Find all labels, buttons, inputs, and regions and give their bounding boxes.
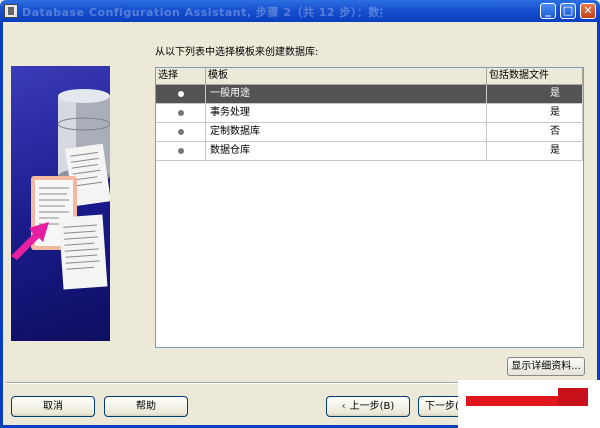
table-row[interactable]: 一般用途 是 xyxy=(156,85,583,104)
select-radio[interactable] xyxy=(156,85,206,103)
select-radio[interactable] xyxy=(156,142,206,160)
close-button[interactable]: ✕ xyxy=(580,3,596,19)
show-details-button[interactable]: 显示详细资料... xyxy=(507,357,585,376)
table-row[interactable]: 事务处理 是 xyxy=(156,104,583,123)
template-name: 定制数据库 xyxy=(206,123,487,141)
includes-datafiles: 是 xyxy=(487,85,583,103)
help-button[interactable]: 帮助 xyxy=(104,396,188,417)
includes-datafiles: 是 xyxy=(487,104,583,122)
back-button-label: 上一步(B) xyxy=(349,401,395,412)
back-button[interactable]: ‹ 上一步(B) xyxy=(326,396,410,417)
select-radio[interactable] xyxy=(156,123,206,141)
cancel-button[interactable]: 取消 xyxy=(11,396,95,417)
select-radio[interactable] xyxy=(156,104,206,122)
includes-datafiles: 是 xyxy=(487,142,583,160)
header-template[interactable]: 模板 xyxy=(206,68,487,84)
header-includes-datafiles[interactable]: 包括数据文件 xyxy=(487,68,583,84)
app-icon xyxy=(4,4,18,18)
header-select[interactable]: 选择 xyxy=(156,68,206,84)
table-header: 选择 模板 包括数据文件 xyxy=(156,68,583,85)
template-name: 数据仓库 xyxy=(206,142,487,160)
database-illustration xyxy=(11,66,110,341)
table-row[interactable]: 数据仓库 是 xyxy=(156,142,583,161)
template-name: 一般用途 xyxy=(206,85,487,103)
window-title: Database Configuration Assistant, 步骤 2（共… xyxy=(22,6,382,18)
template-name: 事务处理 xyxy=(206,104,487,122)
includes-datafiles: 否 xyxy=(487,123,583,141)
minimize-button[interactable]: _ xyxy=(540,3,556,19)
maximize-button[interactable]: □ xyxy=(560,3,576,19)
instruction-text: 从以下列表中选择模板来创建数据库: xyxy=(155,47,319,58)
watermark-overlay xyxy=(458,380,600,428)
title-bar: Database Configuration Assistant, 步骤 2（共… xyxy=(0,0,600,22)
database-graphic xyxy=(11,89,110,290)
table-row[interactable]: 定制数据库 否 xyxy=(156,123,583,142)
template-table: 选择 模板 包括数据文件 一般用途 是 事务处理 是 定制数据库 否 数据仓库 … xyxy=(155,67,584,348)
chevron-left-icon: ‹ xyxy=(341,401,346,412)
